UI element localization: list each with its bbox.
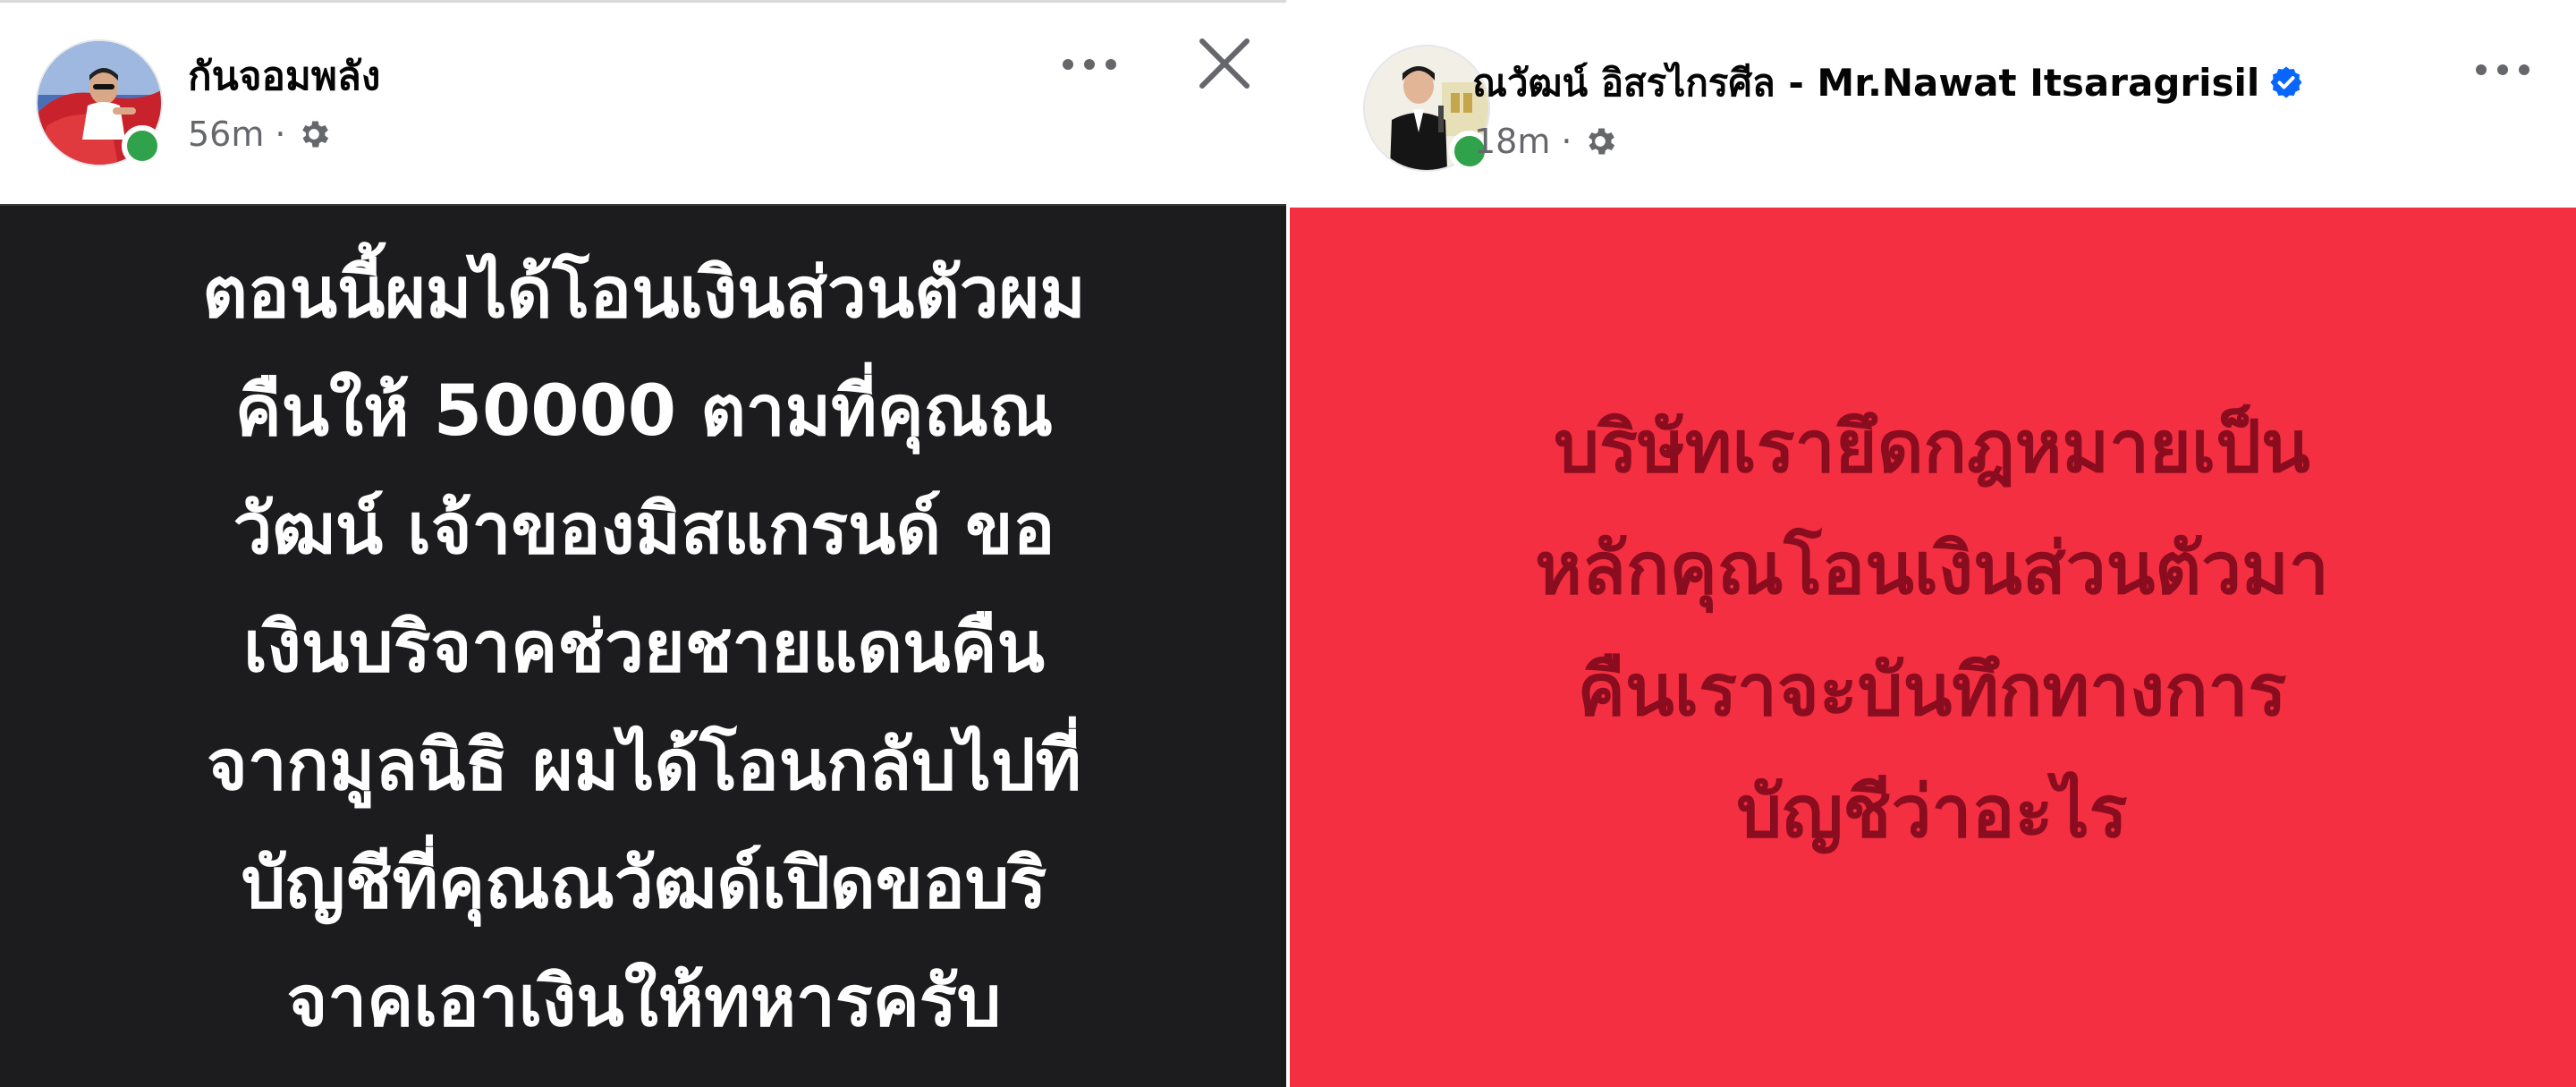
left-post: กันจอมพลัง 56m · ตอนนี้ผมได้โอนเงินส่วนต… <box>0 0 1288 1087</box>
meta-separator: · <box>1561 122 1572 161</box>
right-post-body: บริษัทเรายึดกฎหมายเป็น หลักคุณโอนเงินส่ว… <box>1288 208 2576 1087</box>
right-post-text: บริษัทเรายึดกฎหมายเป็น หลักคุณโอนเงินส่ว… <box>1535 404 2329 853</box>
author-name-text: ณวัฒน์ อิสรไกรศีล - Mr.Nawat Itsaragrisi… <box>1472 61 2260 105</box>
left-author-avatar[interactable] <box>36 39 163 166</box>
panel-divider <box>1286 0 1290 1087</box>
online-status-dot <box>122 125 163 166</box>
more-options-icon[interactable] <box>2467 52 2538 88</box>
right-author-name[interactable]: ณวัฒน์ อิสรไกรศีล - Mr.Nawat Itsaragrisi… <box>1472 54 2304 113</box>
close-icon[interactable] <box>1195 34 1254 93</box>
right-post-meta: 18m · <box>1474 122 1618 161</box>
post-time[interactable]: 18m <box>1474 122 1550 161</box>
left-post-text: ตอนนี้ผมได้โอนเงินส่วนตัวผม คืนให้ 50000… <box>202 252 1086 1042</box>
more-options-icon[interactable] <box>1054 47 1125 82</box>
top-border <box>0 0 1288 3</box>
meta-separator: · <box>275 115 286 154</box>
post-time[interactable]: 56m <box>188 115 264 154</box>
right-post: ณวัฒน์ อิสรไกรศีล - Mr.Nawat Itsaragrisi… <box>1288 0 2576 1087</box>
left-post-body: ตอนนี้ผมได้โอนเงินส่วนตัวผม คืนให้ 50000… <box>0 204 1288 1087</box>
left-post-header: กันจอมพลัง 56m · <box>0 0 1288 204</box>
right-post-header: ณวัฒน์ อิสรไกรศีล - Mr.Nawat Itsaragrisi… <box>1288 0 2576 208</box>
right-author-avatar[interactable] <box>1363 45 1490 172</box>
gear-icon <box>302 121 329 148</box>
screenshot-collage: กันจอมพลัง 56m · ตอนนี้ผมได้โอนเงินส่วนต… <box>0 0 2576 1087</box>
verified-badge-icon <box>2270 66 2302 98</box>
left-post-meta: 56m · <box>188 115 332 154</box>
gear-icon <box>1589 128 1615 155</box>
left-author-name[interactable]: กันจอมพลัง <box>188 45 380 107</box>
